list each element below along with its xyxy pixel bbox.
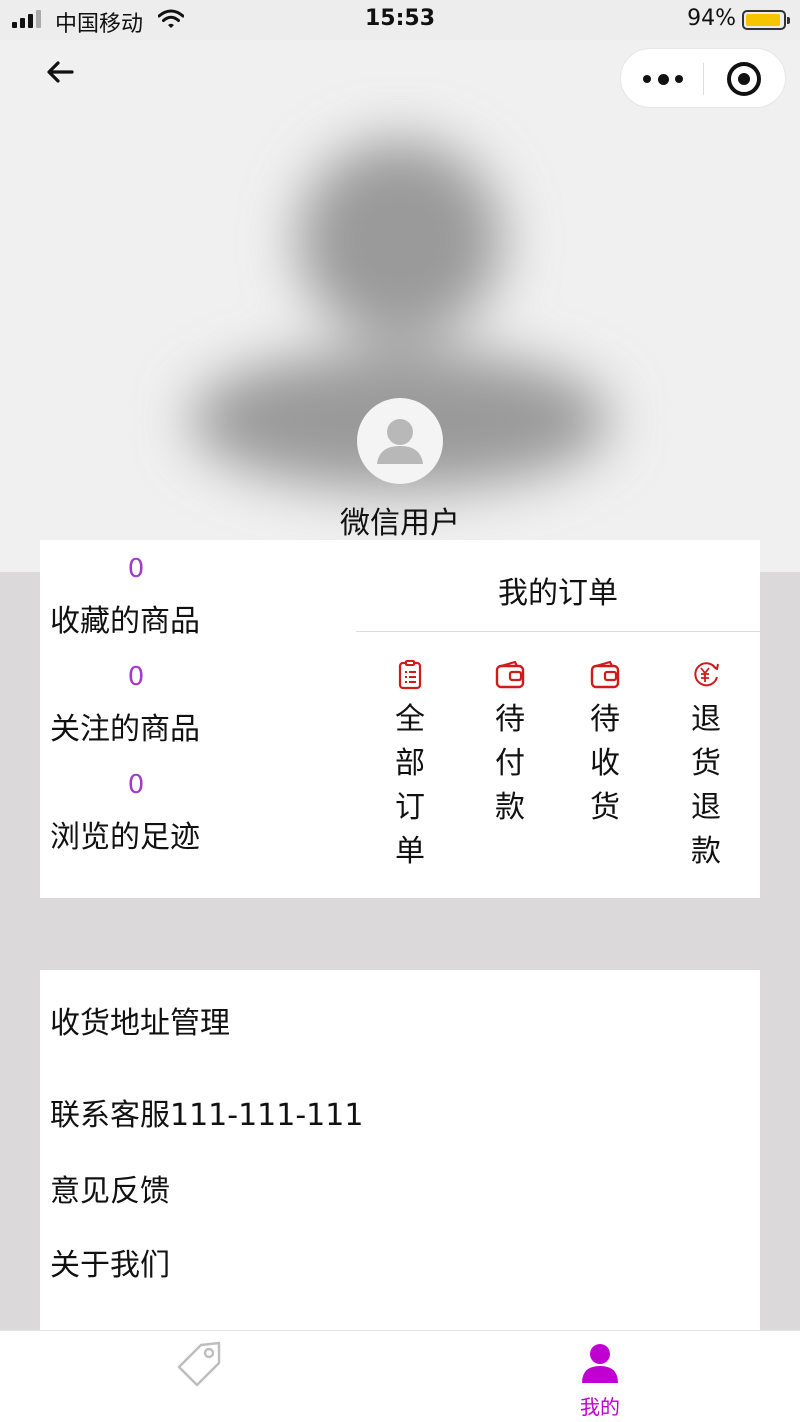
- stat-label: 关注的商品: [50, 712, 200, 747]
- order-label: 全部订单: [395, 702, 425, 869]
- battery-icon: [742, 10, 790, 30]
- clock: 15:53: [364, 6, 436, 31]
- menu-feedback[interactable]: 意见反馈: [50, 1166, 170, 1210]
- back-arrow-icon[interactable]: [42, 56, 78, 88]
- battery-percent: 94%: [687, 6, 736, 31]
- blurred-avatar-background: [190, 140, 610, 490]
- menu-about-us[interactable]: 关于我们: [50, 1240, 170, 1284]
- more-options-icon[interactable]: [643, 66, 683, 92]
- wallet-icon: [495, 660, 525, 689]
- capsule-divider: [703, 63, 704, 95]
- user-placeholder-icon: [377, 419, 423, 464]
- order-label: 退货退款: [691, 702, 721, 869]
- stat-label: 收藏的商品: [50, 604, 200, 639]
- order-pending-payment[interactable]: 待付款: [480, 660, 540, 830]
- my-orders-title[interactable]: 我的订单: [356, 568, 760, 612]
- mini-program-capsule: [620, 48, 786, 108]
- stats-orders-card: 0 收藏的商品 0 关注的商品 0 浏览的足迹 我的订单 全部订单 待付款 待收…: [40, 540, 760, 898]
- stat-count: 0: [127, 770, 145, 800]
- stat-label: 浏览的足迹: [50, 820, 200, 855]
- order-label: 待收货: [590, 702, 620, 825]
- profile-header: 微信用户: [0, 40, 800, 572]
- user-nickname: 微信用户: [340, 506, 460, 541]
- user-icon: [582, 1344, 618, 1383]
- order-refund[interactable]: 退货退款: [676, 660, 736, 874]
- order-pending-receipt[interactable]: 待收货: [575, 660, 635, 830]
- order-all[interactable]: 全部订单: [380, 660, 440, 874]
- tab-mine[interactable]: 我的: [400, 1331, 800, 1422]
- tab-label: 我的: [580, 1395, 620, 1419]
- status-bar: 中国移动 15:53 94%: [0, 0, 800, 40]
- order-label: 待付款: [495, 702, 525, 825]
- wallet-icon: [590, 660, 620, 689]
- stat-count: 0: [127, 554, 145, 584]
- stat-count: 0: [127, 662, 145, 692]
- yuan-refund-icon: [694, 662, 719, 687]
- menu-contact-support[interactable]: 联系客服111-111-111: [50, 1090, 363, 1134]
- close-program-icon[interactable]: [727, 62, 761, 96]
- bottom-tab-bar: 我的: [0, 1330, 800, 1422]
- tab-products[interactable]: [0, 1331, 400, 1422]
- settings-menu-card: 收货地址管理 联系客服111-111-111 意见反馈 关于我们: [40, 970, 760, 1350]
- menu-address-management[interactable]: 收货地址管理: [50, 998, 230, 1042]
- orders-divider: [356, 631, 760, 632]
- tag-icon: [177, 1341, 221, 1387]
- clipboard-icon: [398, 660, 422, 690]
- avatar[interactable]: [357, 398, 443, 484]
